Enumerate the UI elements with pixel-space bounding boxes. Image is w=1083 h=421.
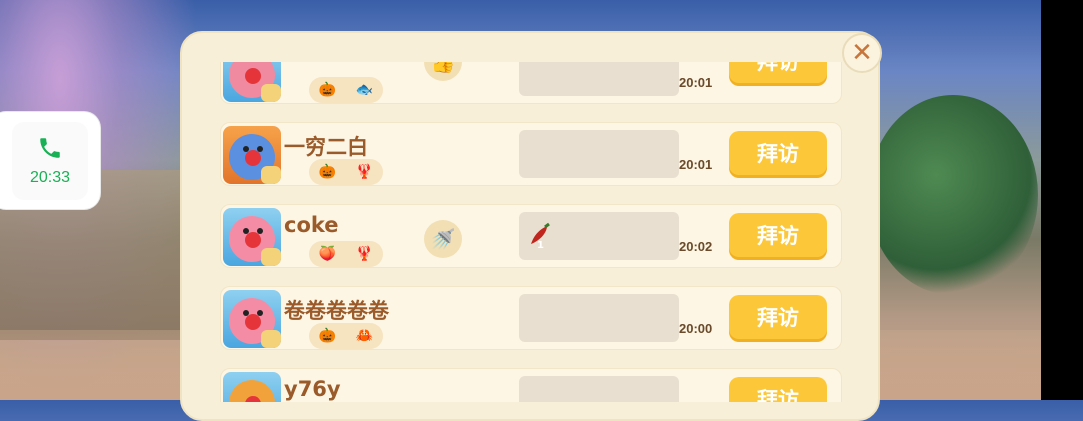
avatar-badge — [261, 166, 281, 184]
friend-row: coke 🍑 🦞 🚿 1 20:02 拜访 — [220, 204, 842, 268]
lobster-icon: 🦞 — [355, 246, 374, 262]
thumbs-up-icon[interactable]: 👍 — [424, 62, 462, 81]
crop-chips: 🎃 🦀 — [309, 323, 383, 349]
visit-button[interactable]: 拜访 — [729, 295, 827, 339]
fish-icon: 🐟 — [355, 82, 374, 98]
avatar-badge — [261, 330, 281, 348]
visit-button[interactable]: 拜访 — [729, 62, 827, 83]
avatar-badge — [261, 84, 281, 102]
avatar-nose — [245, 314, 261, 330]
crab-icon: 🦀 — [355, 328, 374, 344]
avatar-nose — [245, 68, 261, 84]
friends-list[interactable]: 🎃 🐟 👍 20:01 拜访 一穷二白 🎃 🦞 20:01 拜访 coke 🍑 … — [212, 62, 848, 402]
friend-row: 🎃 🐟 👍 20:01 拜访 — [220, 62, 842, 104]
visit-button[interactable]: 拜访 — [729, 377, 827, 402]
visit-button[interactable]: 拜访 — [729, 131, 827, 175]
friend-row: 卷卷卷卷卷 🎃 🦀 20:00 拜访 — [220, 286, 842, 350]
gift-slot — [519, 62, 679, 96]
friend-row: 一穷二白 🎃 🦞 20:01 拜访 — [220, 122, 842, 186]
phone-icon — [40, 137, 60, 158]
call-widget-inner[interactable]: 20:33 — [12, 121, 88, 200]
visit-time: 20:01 — [679, 75, 713, 90]
visit-button[interactable]: 拜访 — [729, 213, 827, 257]
close-icon[interactable]: ✕ — [842, 33, 882, 73]
friend-row: y76y 拜访 — [220, 368, 842, 402]
friend-name: y76y — [284, 377, 341, 401]
crop-chips: 🎃 🦞 — [309, 159, 383, 185]
gift-slot: 1 — [519, 212, 679, 260]
avatar[interactable] — [223, 372, 281, 402]
background-tree — [868, 95, 1038, 295]
call-status-widget[interactable]: 20:33 — [0, 112, 100, 209]
pumpkin-icon: 🎃 — [318, 328, 337, 344]
gift-slot — [519, 376, 679, 402]
gift-slot — [519, 130, 679, 178]
visit-time: 20:00 — [679, 321, 713, 336]
avatar[interactable] — [223, 208, 281, 266]
avatar-nose — [245, 150, 261, 166]
friend-name: 一穷二白 — [284, 135, 368, 159]
avatar[interactable] — [223, 290, 281, 348]
gift-slot — [519, 294, 679, 342]
visit-time: 20:01 — [679, 157, 713, 172]
peach-icon: 🍑 — [318, 246, 337, 262]
crop-chips: 🎃 🐟 — [309, 77, 383, 103]
avatar[interactable] — [223, 62, 281, 102]
avatar-badge — [261, 248, 281, 266]
call-time: 20:33 — [29, 168, 71, 186]
pumpkin-icon: 🎃 — [318, 82, 337, 98]
watering-can-icon[interactable]: 🚿 — [424, 220, 462, 258]
friend-name: 卷卷卷卷卷 — [284, 299, 389, 323]
crop-chips: 🍑 🦞 — [309, 241, 383, 267]
friend-name: coke — [284, 213, 339, 237]
avatar[interactable] — [223, 126, 281, 184]
pumpkin-icon: 🎃 — [318, 164, 337, 180]
lobster-icon: 🦞 — [355, 164, 374, 180]
visit-time: 20:02 — [679, 239, 713, 254]
avatar-nose — [245, 232, 261, 248]
screen-edge-bar — [1041, 0, 1083, 400]
gift-count: 1 — [537, 240, 544, 251]
